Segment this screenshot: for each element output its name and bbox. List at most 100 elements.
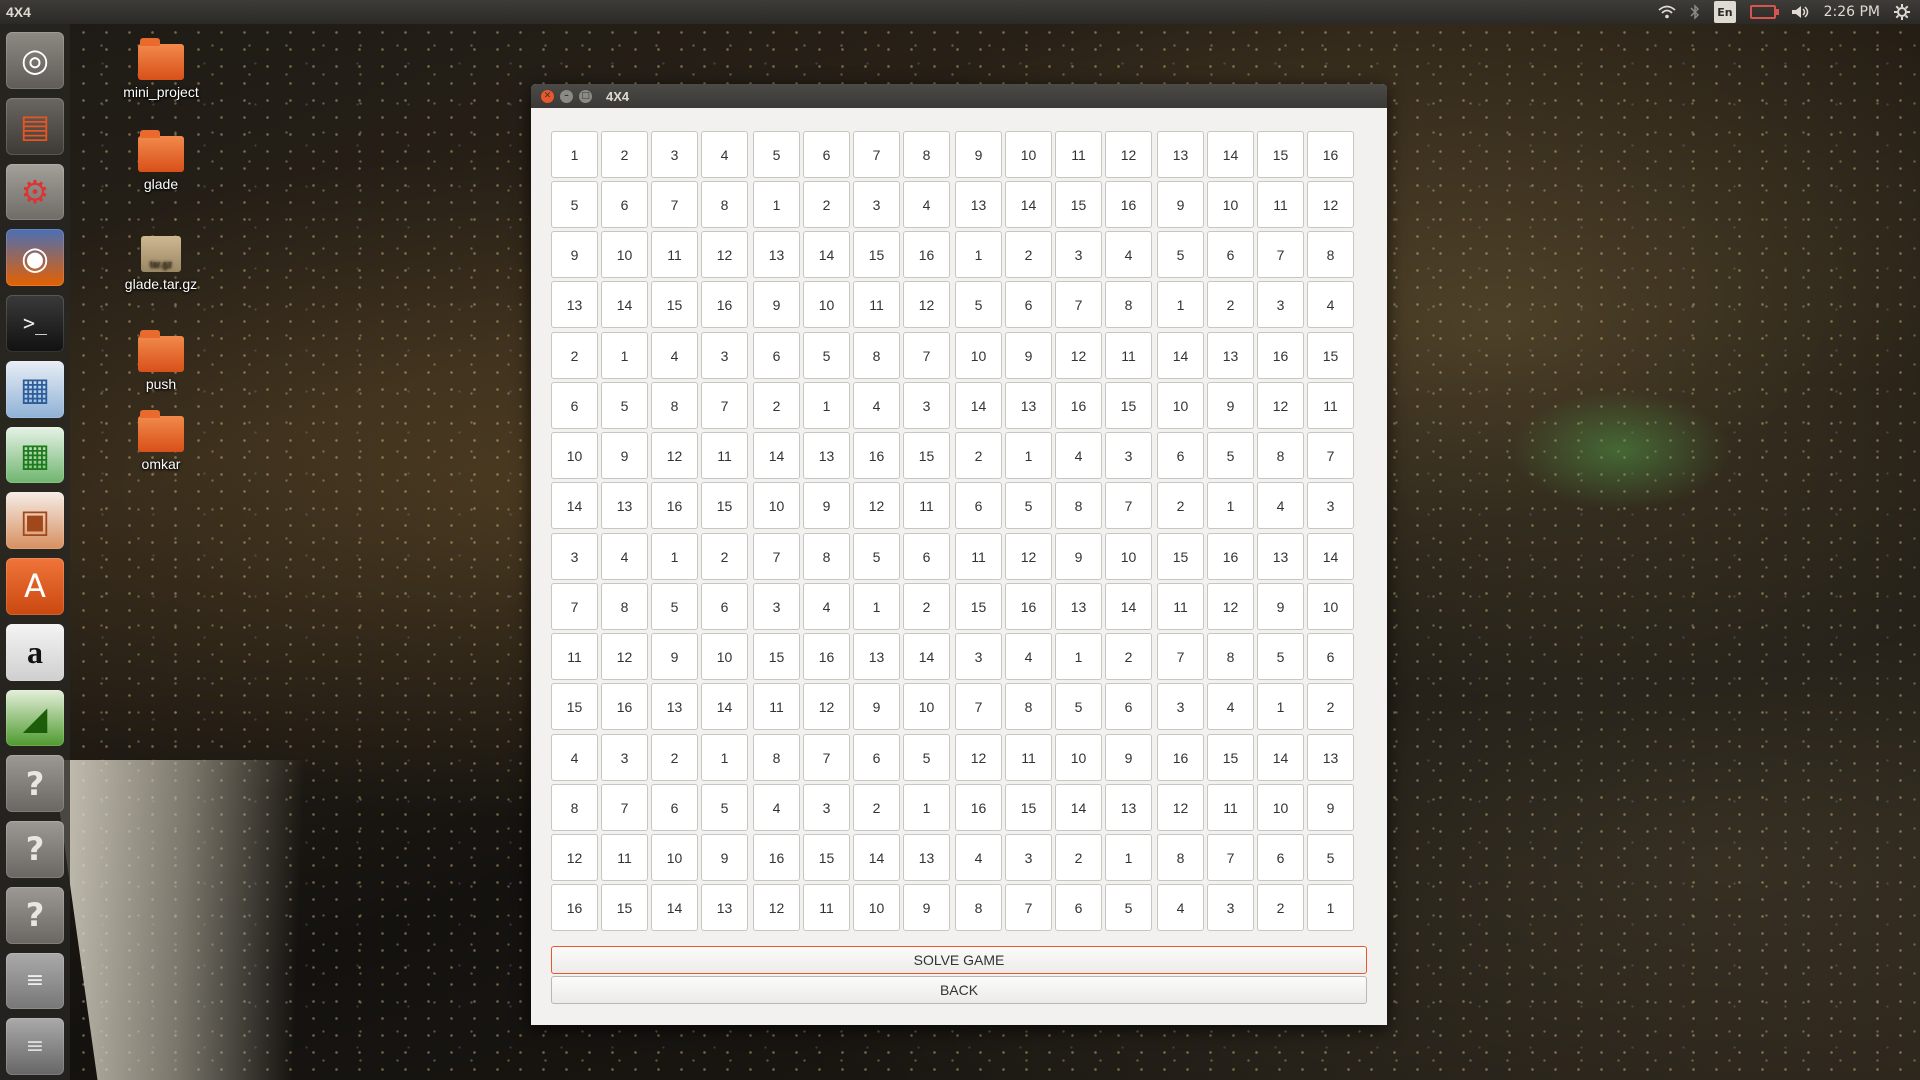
grid-cell[interactable]: 8 (903, 131, 950, 178)
unknown-app-icon[interactable]: ? (6, 886, 64, 944)
grid-cell[interactable]: 4 (753, 784, 800, 831)
firefox-icon[interactable]: ◉ (6, 229, 64, 286)
grid-cell[interactable]: 8 (753, 734, 800, 781)
grid-cell[interactable]: 5 (1157, 231, 1204, 278)
grid-cell[interactable]: 6 (551, 382, 598, 429)
grid-cell[interactable]: 15 (955, 583, 1002, 630)
grid-cell[interactable]: 2 (1005, 231, 1052, 278)
grid-cell[interactable]: 2 (803, 181, 850, 228)
grid-cell[interactable]: 4 (551, 734, 598, 781)
grid-cell[interactable]: 8 (551, 784, 598, 831)
desktop-icon-glade-tar-gz[interactable]: tar.gz glade.tar.gz (106, 236, 216, 292)
grid-cell[interactable]: 9 (1105, 734, 1152, 781)
grid-cell[interactable]: 5 (803, 332, 850, 379)
grid-cell[interactable]: 8 (601, 583, 648, 630)
grid-cell[interactable]: 11 (1157, 583, 1204, 630)
grid-cell[interactable]: 10 (1157, 382, 1204, 429)
grid-cell[interactable]: 4 (601, 533, 648, 580)
system-settings-icon[interactable]: ⚙ (6, 163, 64, 221)
grid-cell[interactable]: 3 (1257, 281, 1304, 328)
grid-cell[interactable]: 9 (803, 482, 850, 529)
grid-cell[interactable]: 5 (955, 281, 1002, 328)
grid-cell[interactable]: 9 (1005, 332, 1052, 379)
grid-cell[interactable]: 1 (1005, 432, 1052, 479)
grid-cell[interactable]: 14 (1055, 784, 1102, 831)
grid-cell[interactable]: 7 (1307, 432, 1354, 479)
grid-cell[interactable]: 15 (1055, 181, 1102, 228)
grid-cell[interactable]: 7 (955, 683, 1002, 730)
grid-cell[interactable]: 16 (803, 633, 850, 680)
unknown-app-icon[interactable]: ? (6, 755, 64, 812)
desktop-icon-glade[interactable]: glade (106, 130, 216, 192)
grid-cell[interactable]: 2 (1257, 884, 1304, 931)
grid-cell[interactable]: 9 (701, 834, 748, 881)
grid-cell[interactable]: 12 (1005, 533, 1052, 580)
grid-cell[interactable]: 5 (1055, 683, 1102, 730)
grid-cell[interactable]: 16 (551, 884, 598, 931)
grid-cell[interactable]: 3 (853, 181, 900, 228)
grid-cell[interactable]: 2 (903, 583, 950, 630)
grid-cell[interactable]: 4 (1105, 231, 1152, 278)
grid-cell[interactable]: 13 (853, 633, 900, 680)
grid-cell[interactable]: 6 (1055, 884, 1102, 931)
desktop-icon-push[interactable]: push (106, 330, 216, 392)
grid-cell[interactable]: 13 (955, 181, 1002, 228)
grid-cell[interactable]: 15 (601, 884, 648, 931)
grid-cell[interactable]: 11 (955, 533, 1002, 580)
grid-cell[interactable]: 7 (1005, 884, 1052, 931)
grid-cell[interactable]: 8 (1257, 432, 1304, 479)
grid-cell[interactable]: 3 (1307, 482, 1354, 529)
grid-cell[interactable]: 8 (1005, 683, 1052, 730)
libreoffice-calc-icon[interactable]: ▦ (6, 426, 64, 484)
grid-cell[interactable]: 1 (551, 131, 598, 178)
grid-cell[interactable]: 13 (701, 884, 748, 931)
grid-cell[interactable]: 11 (1257, 181, 1304, 228)
grid-cell[interactable]: 6 (1105, 683, 1152, 730)
grid-cell[interactable]: 5 (853, 533, 900, 580)
grid-cell[interactable]: 5 (903, 734, 950, 781)
grid-cell[interactable]: 16 (955, 784, 1002, 831)
grid-cell[interactable]: 11 (601, 834, 648, 881)
grid-cell[interactable]: 3 (1055, 231, 1102, 278)
grid-cell[interactable]: 7 (1055, 281, 1102, 328)
grid-cell[interactable]: 8 (1105, 281, 1152, 328)
grid-cell[interactable]: 9 (1157, 181, 1204, 228)
grid-cell[interactable]: 12 (601, 633, 648, 680)
trash-icon[interactable]: ≡ (6, 1018, 64, 1075)
grid-cell[interactable]: 2 (853, 784, 900, 831)
software-center-icon[interactable]: A (6, 558, 64, 615)
grid-cell[interactable]: 5 (753, 131, 800, 178)
grid-cell[interactable]: 7 (601, 784, 648, 831)
grid-cell[interactable]: 7 (1207, 834, 1254, 881)
grid-cell[interactable]: 11 (803, 884, 850, 931)
close-icon[interactable]: ✕ (541, 89, 554, 103)
grid-cell[interactable]: 10 (651, 834, 698, 881)
grid-cell[interactable]: 11 (1207, 784, 1254, 831)
grid-cell[interactable]: 14 (903, 633, 950, 680)
grid-cell[interactable]: 12 (1207, 583, 1254, 630)
grid-cell[interactable]: 6 (601, 181, 648, 228)
grid-cell[interactable]: 3 (753, 583, 800, 630)
grid-cell[interactable]: 1 (955, 231, 1002, 278)
grid-cell[interactable]: 11 (1055, 131, 1102, 178)
grid-cell[interactable]: 12 (903, 281, 950, 328)
grid-cell[interactable]: 16 (1055, 382, 1102, 429)
grid-cell[interactable]: 16 (1257, 332, 1304, 379)
grid-cell[interactable]: 2 (701, 533, 748, 580)
ubuntu-home-icon[interactable]: ◎ (6, 32, 64, 89)
grid-cell[interactable]: 4 (853, 382, 900, 429)
grid-cell[interactable]: 8 (853, 332, 900, 379)
grid-cell[interactable]: 14 (1157, 332, 1204, 379)
grid-cell[interactable]: 2 (1157, 482, 1204, 529)
grid-cell[interactable]: 7 (753, 533, 800, 580)
grid-cell[interactable]: 5 (601, 382, 648, 429)
grid-cell[interactable]: 15 (853, 231, 900, 278)
grid-cell[interactable]: 13 (601, 482, 648, 529)
grid-cell[interactable]: 8 (803, 533, 850, 580)
grid-cell[interactable]: 2 (955, 432, 1002, 479)
grid-cell[interactable]: 9 (853, 683, 900, 730)
grid-cell[interactable]: 13 (1257, 533, 1304, 580)
libreoffice-draw-icon[interactable]: ◢ (6, 689, 64, 747)
grid-cell[interactable]: 14 (1105, 583, 1152, 630)
grid-cell[interactable]: 1 (1207, 482, 1254, 529)
